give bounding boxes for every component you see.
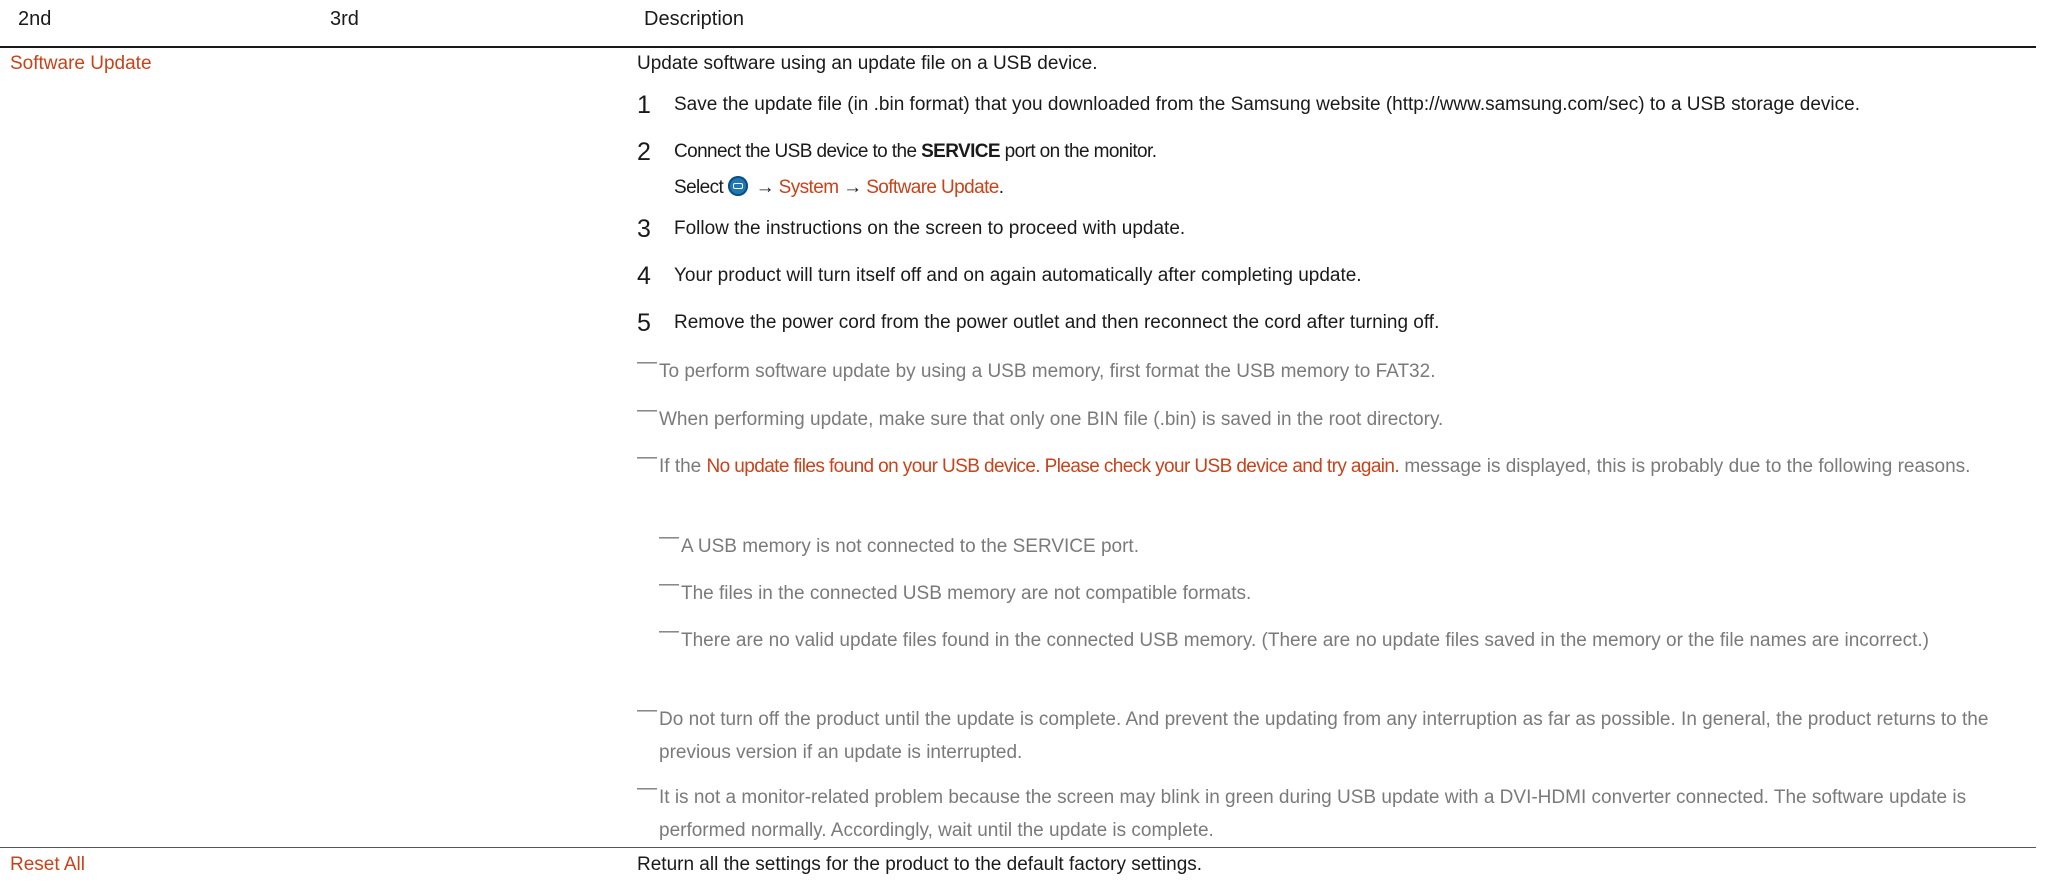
step-number: 5 [637, 309, 651, 337]
note-text-part: If the [659, 456, 707, 477]
row-divider [0, 847, 2036, 848]
setting-reset-all[interactable]: Reset All [10, 854, 85, 876]
step-number: 1 [637, 91, 651, 119]
note-bin-file: ― When performing update, make sure that… [637, 399, 2032, 436]
note-fat32: ― To perform software update by using a … [637, 351, 2032, 388]
step-text: Remove the power cord from the power out… [674, 312, 1440, 333]
step-number: 4 [637, 262, 651, 290]
step-text: Connect the USB device to the SERVICE po… [674, 141, 1157, 163]
note-text: It is not a monitor-related problem beca… [659, 787, 1967, 841]
reset-all-description: Return all the settings for the product … [637, 854, 1203, 875]
note-text-part: message is displayed, this is probably d… [1399, 456, 1971, 477]
note-text-part: port. [1095, 536, 1139, 557]
note-dash-icon: ― [637, 351, 657, 373]
note-text-part: A USB memory is not connected to the [681, 536, 1013, 557]
subnote-no-valid-files: ― There are no valid update files found … [659, 620, 2032, 657]
note-dash-icon: ― [637, 446, 657, 468]
step-text: Follow the instructions on the screen to… [674, 218, 1186, 239]
note-text: Do not turn off the product until the up… [659, 709, 1989, 763]
step-text-part: port on the monitor. [999, 141, 1157, 162]
note-dash-icon: ― [659, 620, 679, 642]
step-text-part: Connect the USB device to the [674, 141, 922, 162]
service-port-label: SERVICE [1012, 536, 1096, 557]
table-header: 2nd 3rd Description [0, 0, 2036, 48]
manual-page: 2nd 3rd Description Software Update Upda… [0, 0, 2046, 891]
note-text: If the No update files found on your USB… [637, 450, 2032, 483]
note-text: There are no valid update files found in… [681, 630, 1929, 651]
arrow-icon: → [843, 177, 862, 198]
menu-software-update: Software Update [866, 177, 999, 198]
note-dash-icon: ― [659, 573, 679, 595]
note-text: When performing update, make sure that o… [659, 409, 1444, 430]
service-port-label: SERVICE [921, 141, 1000, 162]
subnote-incompatible: ― The files in the connected USB memory … [659, 573, 2032, 610]
setting-software-update[interactable]: Software Update [10, 53, 152, 75]
menu-icon [727, 176, 748, 196]
menu-path-end: . [998, 177, 1004, 198]
step-number: 2 [637, 138, 651, 166]
note-no-update-files: ― If the No update files found on your U… [637, 446, 2032, 483]
note-text: The files in the connected USB memory ar… [681, 583, 1252, 604]
arrow-icon: → [755, 177, 775, 198]
software-update-intro: Update software using an update file on … [637, 53, 1098, 74]
note-dvi-hdmi: ― It is not a monitor-related problem be… [637, 777, 2032, 847]
step-text: Save the update file (in .bin format) th… [674, 94, 1860, 115]
menu-path-prefix: Select [674, 177, 728, 198]
note-text: A USB memory is not connected to the SER… [659, 530, 2032, 563]
menu-path: Select → System → Software Update. [674, 176, 1004, 199]
menu-system: System [778, 177, 839, 198]
note-dash-icon: ― [637, 699, 657, 721]
note-dash-icon: ― [637, 399, 657, 421]
subnote-not-connected: ― A USB memory is not connected to the S… [659, 526, 2032, 563]
note-text: To perform software update by using a US… [659, 361, 1436, 382]
header-description: Description [644, 8, 745, 30]
error-message: No update files found on your USB device… [706, 456, 1400, 477]
note-do-not-turn-off: ― Do not turn off the product until the … [637, 699, 2032, 769]
note-dash-icon: ― [659, 526, 679, 548]
step-number: 3 [637, 215, 651, 243]
header-2nd: 2nd [18, 8, 52, 30]
header-3rd: 3rd [330, 8, 359, 30]
note-dash-icon: ― [637, 777, 657, 799]
step-text: Your product will turn itself off and on… [674, 265, 1362, 286]
